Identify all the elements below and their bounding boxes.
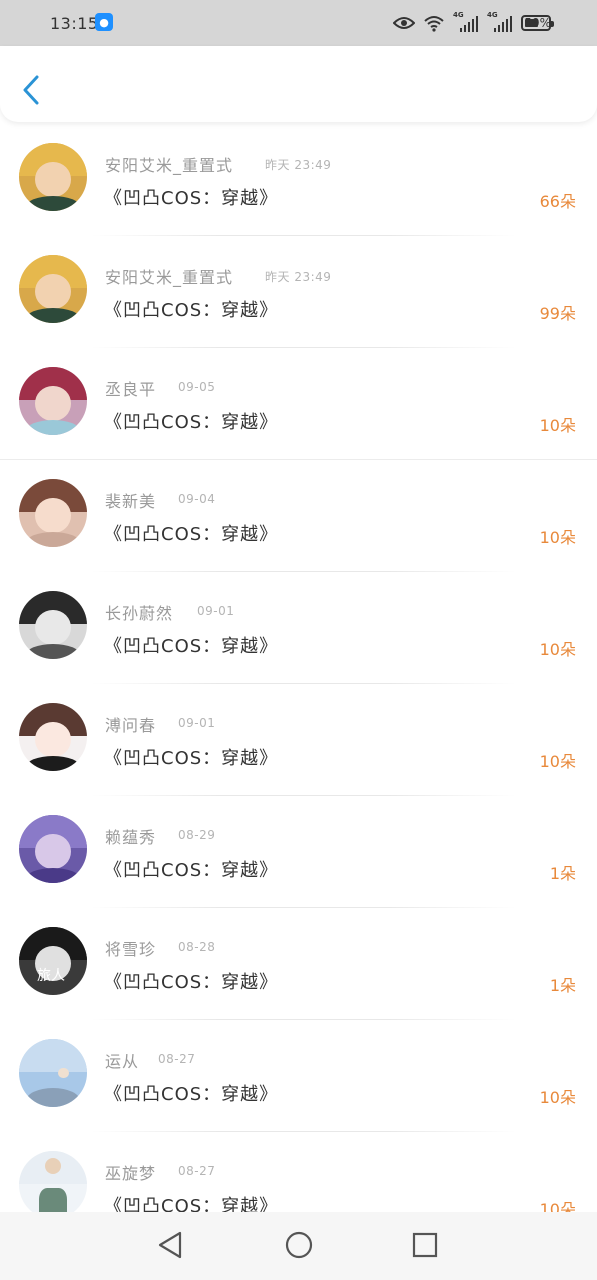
system-nav-bar xyxy=(0,1212,597,1280)
avatar-caption: 旅人 xyxy=(37,968,65,984)
list-item[interactable]: 安阳艾米_重置式 昨天 23:49 《凹凸COS：穿越》 99朵 xyxy=(0,236,597,348)
timestamp: 08-29 xyxy=(178,828,216,842)
sender-name: 丞良平 xyxy=(105,380,157,399)
sender-name: 将雪珍 xyxy=(105,940,157,959)
gift-amount: 10朵 xyxy=(539,640,576,659)
timestamp: 昨天 23:49 xyxy=(265,270,332,284)
list-item[interactable]: 巫旋梦 08-27 《凹凸COS：穿越》 10朵 xyxy=(0,1132,597,1212)
sender-name: 长孙蔚然 xyxy=(105,604,174,623)
timestamp: 09-01 xyxy=(178,716,216,730)
timestamp: 09-04 xyxy=(178,492,216,506)
list-item[interactable]: 旅人 将雪珍 08-28 《凹凸COS：穿越》 1朵 xyxy=(0,908,597,1020)
list-item[interactable]: 运从 08-27 《凹凸COS：穿越》 10朵 xyxy=(0,1020,597,1132)
timestamp: 08-27 xyxy=(158,1052,196,1066)
work-title: 《凹凸COS：穿越》 xyxy=(104,412,279,433)
list-item[interactable]: 溥问春 09-01 《凹凸COS：穿越》 10朵 xyxy=(0,684,597,796)
gift-amount: 10朵 xyxy=(539,1088,576,1107)
avatar[interactable] xyxy=(19,815,87,883)
work-title: 《凹凸COS：穿越》 xyxy=(104,748,279,769)
triangle-back-icon[interactable] xyxy=(156,1230,186,1260)
work-title: 《凹凸COS：穿越》 xyxy=(104,636,279,657)
sender-name: 安阳艾米_重置式 xyxy=(105,268,234,287)
status-bar: 13:15 ● 4G 4G 59% xyxy=(0,0,597,46)
circle-home-icon[interactable] xyxy=(284,1230,314,1260)
gift-amount: 1朵 xyxy=(549,864,576,883)
chevron-left-icon[interactable] xyxy=(20,74,44,106)
gift-amount: 10朵 xyxy=(539,528,576,547)
header xyxy=(0,46,597,122)
avatar[interactable] xyxy=(19,479,87,547)
work-title: 《凹凸COS：穿越》 xyxy=(104,860,279,881)
list-item[interactable]: 安阳艾米_重置式 昨天 23:49 《凹凸COS：穿越》 66朵 xyxy=(0,124,597,236)
avatar[interactable]: 旅人 xyxy=(19,927,87,995)
gift-amount: 10朵 xyxy=(539,1200,576,1212)
avatar[interactable] xyxy=(19,703,87,771)
timestamp: 08-27 xyxy=(178,1164,216,1178)
gift-list: 安阳艾米_重置式 昨天 23:49 《凹凸COS：穿越》 66朵 安阳艾米_重置… xyxy=(0,124,597,1212)
status-time: 13:15 xyxy=(50,14,99,33)
timestamp: 昨天 23:49 xyxy=(265,158,332,172)
list-item[interactable]: 赖蕴秀 08-29 《凹凸COS：穿越》 1朵 xyxy=(0,796,597,908)
gift-amount: 10朵 xyxy=(539,752,576,771)
battery-percent: 59% xyxy=(524,16,551,30)
sender-name: 巫旋梦 xyxy=(105,1164,157,1183)
list-item[interactable]: 丞良平 09-05 《凹凸COS：穿越》 10朵 xyxy=(0,348,597,460)
gift-amount: 99朵 xyxy=(539,304,576,323)
gift-amount: 66朵 xyxy=(539,192,576,211)
signal-4g-icon: 4G xyxy=(487,11,513,33)
sender-name: 赖蕴秀 xyxy=(105,828,157,847)
sender-name: 裴新美 xyxy=(105,492,157,511)
avatar[interactable] xyxy=(19,591,87,659)
eye-icon xyxy=(393,17,415,29)
work-title: 《凹凸COS：穿越》 xyxy=(104,524,279,545)
avatar[interactable] xyxy=(19,1039,87,1107)
avatar[interactable] xyxy=(19,143,87,211)
timestamp: 08-28 xyxy=(178,940,216,954)
signal-4g-icon: 4G xyxy=(453,11,479,33)
avatar[interactable] xyxy=(19,367,87,435)
sender-name: 运从 xyxy=(105,1052,140,1071)
timestamp: 09-01 xyxy=(197,604,235,618)
sender-name: 安阳艾米_重置式 xyxy=(105,156,234,175)
square-recents-icon[interactable] xyxy=(410,1230,440,1260)
work-title: 《凹凸COS：穿越》 xyxy=(104,188,279,209)
list-item[interactable]: 长孙蔚然 09-01 《凹凸COS：穿越》 10朵 xyxy=(0,572,597,684)
sender-name: 溥问春 xyxy=(105,716,157,735)
work-title: 《凹凸COS：穿越》 xyxy=(104,972,279,993)
work-title: 《凹凸COS：穿越》 xyxy=(104,1084,279,1105)
avatar[interactable] xyxy=(19,1151,87,1212)
work-title: 《凹凸COS：穿越》 xyxy=(104,1196,279,1212)
timestamp: 09-05 xyxy=(178,380,216,394)
list-item[interactable]: 裴新美 09-04 《凹凸COS：穿越》 10朵 xyxy=(0,460,597,572)
app-notification-icon: ● xyxy=(95,13,113,31)
gift-amount: 1朵 xyxy=(549,976,576,995)
wifi-icon xyxy=(424,16,444,32)
work-title: 《凹凸COS：穿越》 xyxy=(104,300,279,321)
gift-amount: 10朵 xyxy=(539,416,576,435)
avatar[interactable] xyxy=(19,255,87,323)
